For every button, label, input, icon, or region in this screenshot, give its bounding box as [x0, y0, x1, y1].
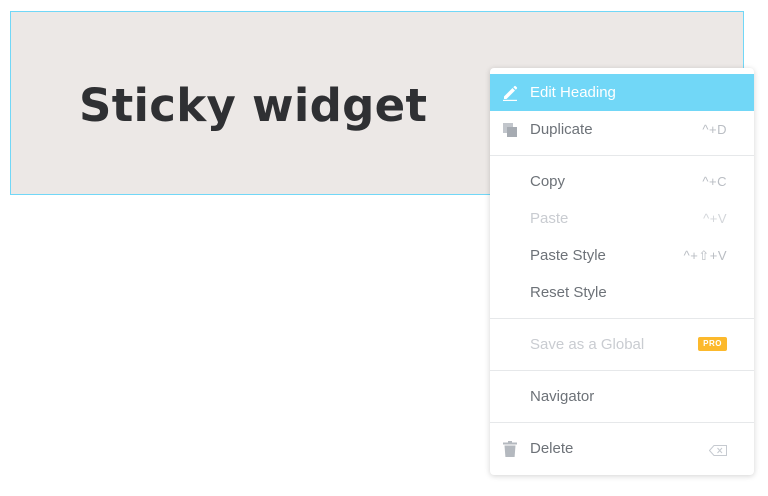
menu-item-duplicate[interactable]: Duplicate ^+D	[490, 111, 754, 148]
menu-item-shortcut: ^+C	[702, 174, 727, 189]
widget-heading-text[interactable]: Sticky widget	[79, 78, 427, 134]
editor-canvas: Sticky widget Edit Heading Duplicate ^+D…	[0, 0, 768, 496]
backspace-key-icon	[708, 443, 727, 456]
menu-item-label: Delete	[530, 440, 574, 457]
menu-divider	[490, 318, 754, 319]
pro-badge: PRO	[698, 337, 727, 351]
menu-item-label: Edit Heading	[530, 84, 616, 101]
menu-item-navigator[interactable]: Navigator	[490, 378, 754, 415]
menu-item-label: Reset Style	[530, 284, 607, 301]
menu-item-reset-style[interactable]: Reset Style	[490, 274, 754, 311]
menu-divider	[490, 155, 754, 156]
menu-item-label: Save as a Global	[530, 336, 645, 353]
menu-item-save-as-global: Save as a Global PRO	[490, 326, 754, 363]
menu-item-label: Copy	[530, 173, 566, 190]
menu-item-label: Duplicate	[530, 121, 593, 138]
menu-item-shortcut: ^+⇧+V	[683, 247, 727, 263]
menu-item-label: Paste	[530, 210, 569, 227]
menu-item-delete[interactable]: Delete	[490, 430, 754, 467]
menu-divider	[490, 370, 754, 371]
menu-item-label: Navigator	[530, 388, 595, 405]
menu-item-label: Paste Style	[530, 247, 606, 264]
trash-icon	[501, 440, 519, 458]
menu-item-copy[interactable]: Copy ^+C	[490, 163, 754, 200]
context-menu: Edit Heading Duplicate ^+D Copy ^+C Past…	[490, 68, 754, 475]
duplicate-icon	[501, 121, 519, 139]
menu-item-shortcut: ^+D	[702, 122, 727, 137]
menu-item-shortcut: ^+V	[703, 211, 727, 226]
menu-item-edit-heading[interactable]: Edit Heading	[490, 74, 754, 111]
pencil-icon	[501, 84, 519, 102]
menu-divider	[490, 422, 754, 423]
menu-item-paste-style[interactable]: Paste Style ^+⇧+V	[490, 237, 754, 274]
menu-item-paste: Paste ^+V	[490, 200, 754, 237]
